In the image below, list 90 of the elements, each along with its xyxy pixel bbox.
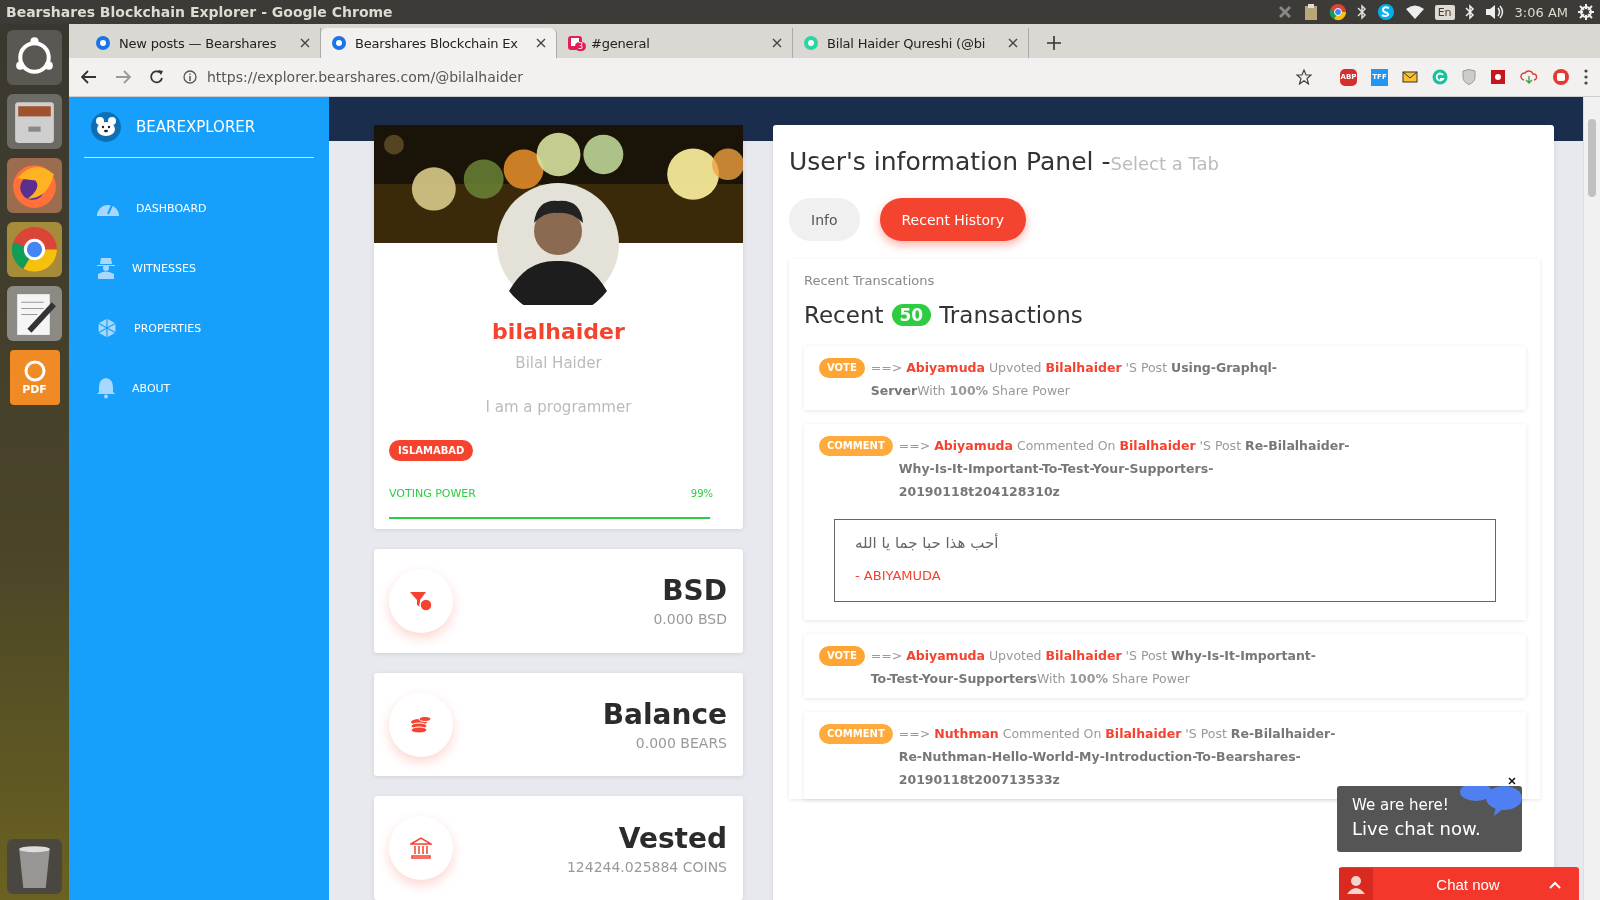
tab-badge: 3	[575, 42, 587, 51]
panel-tab[interactable]: Recent History	[879, 198, 1027, 241]
transaction-text: ==> Abiyamuda Upvoted Bilalhaider 'S Post Using-Graphql-ServerWith 100% Share Power	[870, 359, 1279, 400]
chat-app-icon	[567, 35, 583, 51]
close-icon[interactable]	[772, 38, 782, 48]
back-icon[interactable]	[81, 70, 97, 84]
stat-title: Balance	[602, 698, 727, 731]
user-icon	[1339, 867, 1373, 900]
bell-icon	[96, 377, 116, 399]
count-badge: 50	[891, 304, 932, 326]
account-icon[interactable]	[1552, 68, 1570, 86]
download-icon[interactable]	[1520, 69, 1538, 85]
new-tab-icon[interactable]	[1047, 36, 1061, 50]
funnel-coin-icon	[409, 589, 433, 612]
text-editor-icon[interactable]	[7, 286, 62, 341]
chat-app-icon[interactable]	[1376, 3, 1395, 21]
stat-title: BSD	[661, 574, 727, 608]
window-title: Bearshares Blockchain Explorer - Google Chrome	[6, 4, 393, 20]
location-tag: ISLAMABAD	[389, 440, 474, 461]
close-icon[interactable]	[536, 38, 546, 48]
menu-icon[interactable]	[1584, 69, 1588, 85]
voting-power-label: VOTING POWER	[389, 487, 476, 500]
tab-title: Bilal Haider Qureshi (@bi	[827, 35, 987, 51]
chat-invite: Live chat now.	[1352, 818, 1482, 839]
brand-name[interactable]: BEAREXPLORER	[136, 118, 256, 136]
close-icon[interactable]	[300, 38, 310, 48]
clipboard-icon[interactable]	[1302, 3, 1319, 21]
stat-value: 0.000 BEARS	[634, 735, 727, 751]
transaction-text: ==> Nuthman Commented On Bilalhaider 'S Post Re-Bilalhaider-Re-Nuthman-Hello-World-My-Introduction-To-Bearshares-20190118t200713533z	[898, 725, 1337, 789]
fox-globe-icon[interactable]	[7, 158, 62, 213]
browser-icon[interactable]	[1328, 3, 1347, 21]
quote-author: - ABIYAMUDA	[855, 568, 942, 583]
trash-icon[interactable]	[7, 839, 62, 894]
close-icon[interactable]	[1008, 38, 1018, 48]
panel-title: User's information Panel -	[789, 147, 1111, 176]
card-title: Recent Transcations	[804, 273, 936, 288]
nav-link[interactable]: ABOUT	[132, 381, 171, 395]
address-field[interactable]: https://explorer.bearshares.com/@bilalhaider	[207, 69, 1286, 85]
caret-icon	[1549, 880, 1561, 889]
stat-title: Vested	[617, 821, 727, 855]
clock[interactable]: 3:06 AM	[1514, 4, 1568, 20]
vote-badge: VOTE	[819, 358, 865, 378]
transaction-text: ==> Abiyamuda Upvoted Bilalhaider 'S Post Why-Is-It-Important-To-Test-Your-SupportersWith 100% Share Power	[870, 647, 1317, 688]
full-name: Bilal Haider	[514, 354, 603, 372]
chat-button[interactable]: Chat now	[1339, 867, 1579, 900]
vote-badge: VOTE	[819, 646, 865, 666]
bluetooth-icon[interactable]	[1464, 4, 1475, 20]
bluetooth-icon[interactable]	[1356, 4, 1367, 20]
transaction-text: ==> Abiyamuda Commented On Bilalhaider 'S Post Re-Bilalhaider-Why-Is-It-Important-To-Test-Your-Supporters-20190118t204128310z	[898, 437, 1351, 501]
chat-bubble-icon	[803, 35, 819, 51]
browser-icon[interactable]	[7, 222, 62, 277]
tab-title: #general	[591, 35, 651, 51]
keyboard-indicator[interactable]: En	[1434, 4, 1455, 20]
dash-icon[interactable]	[7, 30, 62, 85]
chat-greeting: We are here!	[1352, 796, 1450, 814]
pdf-reader-icon[interactable]: PDF	[9, 350, 60, 405]
bio: I am a programmer	[484, 398, 633, 416]
quote-text: أحب هذا حبا جما يا الله	[855, 534, 999, 552]
bank-icon	[410, 837, 432, 860]
panel-tab[interactable]: Info	[789, 198, 860, 241]
comment-badge: COMMENT	[819, 724, 893, 744]
heading-text: Recent	[804, 302, 884, 328]
username: bilalhaider	[491, 319, 626, 344]
speech-bubbles-icon	[1460, 786, 1522, 816]
comment-badge: COMMENT	[819, 436, 893, 456]
nav-link[interactable]: PROPERTIES	[134, 321, 202, 335]
scrollbar[interactable]	[1583, 97, 1600, 900]
tab-title: Bearshares Blockchain Ex	[355, 35, 519, 51]
close-icon[interactable]	[1508, 777, 1516, 785]
stat-value: 124244.025884 COINS	[566, 858, 727, 875]
nav-link[interactable]: DASHBOARD	[136, 201, 207, 215]
extension-icon[interactable]	[1490, 69, 1506, 85]
file-cabinet-icon[interactable]	[7, 94, 62, 149]
browser-tab[interactable]: Bearshares Blockchain Ex	[321, 28, 557, 58]
chat-bubble[interactable]: We are here! Live chat now.	[1337, 786, 1522, 852]
polyhedron-icon	[96, 317, 118, 339]
heading-text: Transactions	[939, 302, 1083, 328]
person-with-hat-icon	[96, 257, 116, 279]
panel-hint: Select a Tab	[1110, 153, 1219, 174]
voting-power-reading: 99%	[690, 488, 713, 499]
nav-link[interactable]: WITNESSES	[132, 261, 196, 275]
wifi-icon[interactable]	[1404, 4, 1425, 20]
bookmark-star-icon[interactable]	[1296, 69, 1312, 85]
stat-value: 0.000 BSD	[653, 611, 727, 628]
coins-icon	[410, 714, 432, 735]
reload-icon[interactable]	[149, 69, 165, 85]
tab-title: New posts — Bearshares	[119, 35, 278, 51]
volume-icon[interactable]	[1484, 4, 1505, 20]
mail-icon[interactable]	[1402, 70, 1418, 84]
info-icon[interactable]	[183, 70, 197, 84]
